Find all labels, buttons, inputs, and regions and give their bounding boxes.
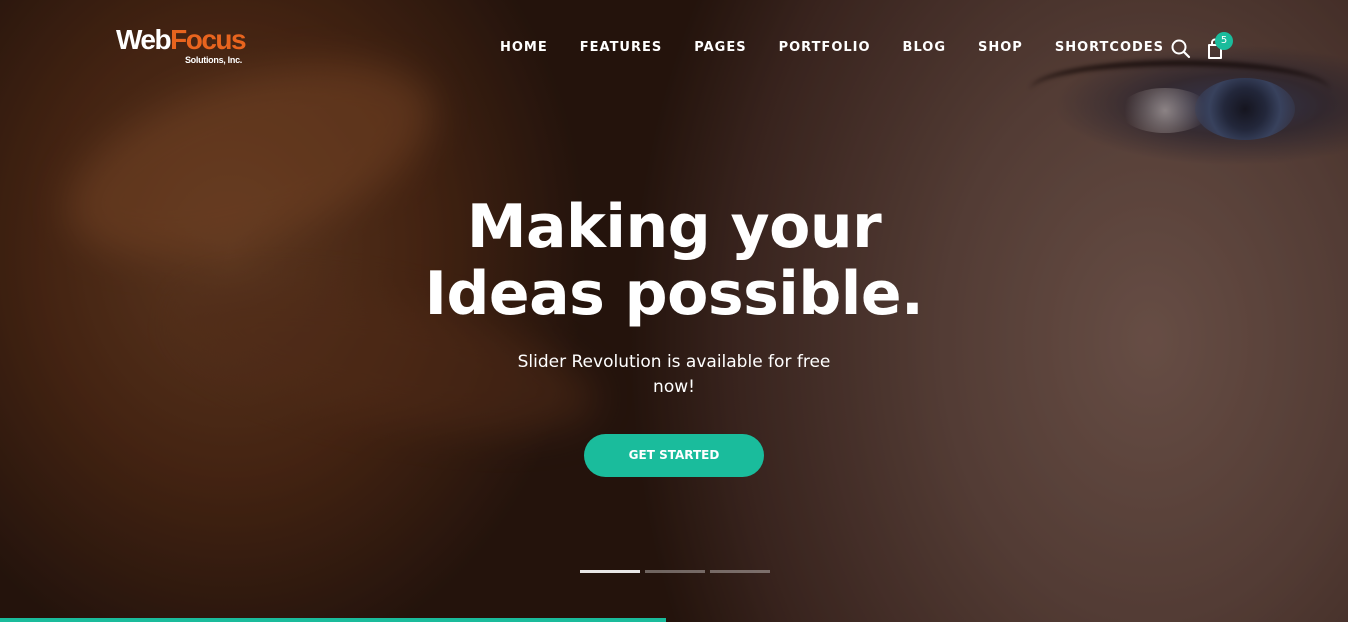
nav-item-blog[interactable]: BLOG (887, 38, 962, 58)
slider-progress-fill (0, 618, 666, 622)
headline-line-1: Making your (466, 192, 882, 262)
hero-subtext: Slider Revolution is available for free … (517, 352, 831, 397)
nav-item-features[interactable]: FEATURES (564, 38, 679, 58)
slider-bullet-1[interactable] (580, 570, 640, 573)
logo-subtitle: Solutions, Inc. (184, 55, 242, 65)
headline-line-2: Ideas possible. (424, 259, 924, 329)
cart-count-badge: 5 (1215, 32, 1233, 50)
slider-pagination (580, 570, 770, 573)
logo-focus-text: Focus (170, 24, 246, 55)
logo-wordmark: WebFocus (116, 24, 247, 55)
slider-bullet-3[interactable] (710, 570, 770, 573)
nav-item-pages[interactable]: PAGES (678, 38, 762, 58)
nav-item-home[interactable]: HOME (484, 38, 564, 58)
hero-headline: Making your Ideas possible. (374, 194, 974, 328)
main-nav: HOME FEATURES PAGES PORTFOLIO BLOG SHOP … (484, 38, 1180, 58)
get-started-button[interactable]: GET STARTED (584, 434, 764, 477)
logo-web-text: Web (116, 24, 172, 55)
logo[interactable]: WebFocus Solutions, Inc. (116, 24, 247, 70)
site-header: WebFocus Solutions, Inc. HOME FEATURES P… (0, 0, 1348, 96)
slider-progress-bar (0, 618, 1348, 622)
nav-item-shortcodes[interactable]: SHORTCODES (1039, 38, 1180, 58)
nav-item-shop[interactable]: SHOP (962, 38, 1039, 58)
search-icon[interactable] (1170, 38, 1192, 60)
slider-bullet-2[interactable] (645, 570, 705, 573)
nav-item-portfolio[interactable]: PORTFOLIO (763, 38, 887, 58)
